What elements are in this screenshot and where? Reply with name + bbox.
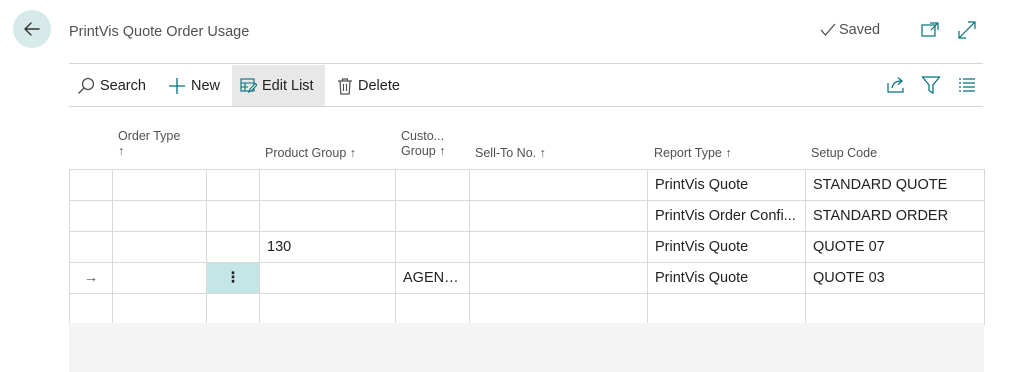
- filter-icon[interactable]: [921, 75, 941, 95]
- cell-customer-group[interactable]: [395, 231, 470, 263]
- search-icon: [78, 77, 95, 94]
- row-action-menu[interactable]: [206, 231, 260, 263]
- page-title: PrintVis Quote Order Usage: [69, 24, 250, 40]
- customer-group-label-line2: Group ↑: [401, 144, 446, 158]
- share-icon[interactable]: [886, 75, 906, 95]
- column-header-product-group[interactable]: Product Group ↑: [265, 146, 356, 161]
- cell-order-type[interactable]: [112, 231, 207, 263]
- edit-list-icon: [240, 78, 257, 94]
- cell-product-group[interactable]: [259, 169, 396, 201]
- cell-sell-to-no[interactable]: [469, 200, 648, 232]
- cell-customer-group[interactable]: AGENCY: [395, 262, 470, 294]
- sort-indicator: ↑: [118, 144, 125, 158]
- arrow-left-icon: [24, 22, 40, 36]
- cell-sell-to-no[interactable]: [469, 231, 648, 263]
- cell-report-type[interactable]: PrintVis Quote: [647, 262, 806, 294]
- cell-product-group[interactable]: [259, 293, 396, 325]
- row-indicator[interactable]: [69, 169, 113, 201]
- saved-status: Saved: [820, 22, 880, 38]
- cell-report-type[interactable]: PrintVis Quote: [647, 169, 806, 201]
- grid-empty-area: [69, 323, 984, 372]
- column-header-sell-to-no[interactable]: Sell-To No. ↑: [475, 146, 546, 161]
- cell-order-type[interactable]: [112, 200, 207, 232]
- checkmark-icon: [820, 23, 836, 36]
- row-indicator[interactable]: →: [69, 262, 113, 294]
- expand-icon[interactable]: [957, 20, 977, 40]
- cell-product-group[interactable]: [259, 262, 396, 294]
- row-indicator[interactable]: [69, 293, 113, 325]
- search-button[interactable]: Search: [69, 65, 154, 106]
- row-indicator[interactable]: [69, 200, 113, 232]
- column-header-order-type[interactable]: Order Type ↑: [118, 129, 180, 159]
- header-divider: [69, 63, 983, 64]
- cell-customer-group[interactable]: [395, 293, 470, 325]
- edit-list-label: Edit List: [262, 77, 314, 94]
- action-bar: Search New Edit List Delete: [69, 65, 983, 106]
- new-label: New: [191, 77, 221, 94]
- delete-label: Delete: [358, 77, 400, 94]
- table-row[interactable]: 130 PrintVis Quote QUOTE 07: [69, 231, 985, 263]
- trash-icon: [338, 77, 352, 95]
- cell-report-type[interactable]: [647, 293, 806, 325]
- data-table: PrintVis Quote STANDARD QUOTE PrintVis Ord…: [69, 169, 985, 325]
- saved-label: Saved: [839, 22, 881, 38]
- toolbar-divider: [69, 106, 983, 107]
- cell-order-type[interactable]: [112, 169, 207, 201]
- column-header-setup-code[interactable]: Setup Code: [811, 146, 877, 161]
- back-button[interactable]: [13, 10, 51, 48]
- cell-sell-to-no[interactable]: [469, 169, 648, 201]
- cell-customer-group[interactable]: [395, 169, 470, 201]
- order-type-label: Order Type: [118, 129, 181, 143]
- cell-order-type[interactable]: [112, 293, 207, 325]
- cell-setup-code[interactable]: STANDARD QUOTE: [805, 169, 985, 201]
- table-row[interactable]: → ⋮ AGENCY PrintVis Quote QUOTE 03: [69, 262, 985, 294]
- row-action-menu[interactable]: [206, 293, 260, 325]
- table-row[interactable]: [69, 293, 985, 325]
- row-action-menu[interactable]: ⋮: [206, 262, 260, 294]
- cell-setup-code[interactable]: STANDARD ORDER: [805, 200, 985, 232]
- row-indicator[interactable]: [69, 231, 113, 263]
- cell-setup-code[interactable]: QUOTE 03: [805, 262, 985, 294]
- cell-customer-group[interactable]: [395, 200, 470, 232]
- customer-group-label: Custo...: [401, 129, 445, 143]
- cell-report-type[interactable]: PrintVis Quote: [647, 231, 806, 263]
- column-header-report-type[interactable]: Report Type ↑: [654, 146, 732, 161]
- cell-product-group[interactable]: [259, 200, 396, 232]
- cell-setup-code[interactable]: [805, 293, 985, 325]
- open-new-window-icon[interactable]: [920, 20, 940, 40]
- cell-sell-to-no[interactable]: [469, 293, 648, 325]
- data-grid: PrintVis Quote STANDARD QUOTE PrintVis Ord…: [69, 169, 985, 325]
- table-row[interactable]: PrintVis Quote STANDARD QUOTE: [69, 169, 985, 201]
- table-row[interactable]: PrintVis Order Confi... STANDARD ORDER: [69, 200, 985, 232]
- cell-sell-to-no[interactable]: [469, 262, 648, 294]
- delete-button[interactable]: Delete: [329, 65, 408, 106]
- search-label: Search: [100, 77, 146, 94]
- column-header-customer-group[interactable]: Custo... Group ↑: [401, 129, 445, 159]
- cell-product-group[interactable]: 130: [259, 231, 396, 263]
- list-view-icon[interactable]: [957, 75, 977, 95]
- plus-icon: [169, 77, 185, 94]
- row-action-menu[interactable]: [206, 200, 260, 232]
- edit-list-button[interactable]: Edit List: [232, 65, 325, 106]
- new-button[interactable]: New: [160, 65, 228, 106]
- cell-order-type[interactable]: [112, 262, 207, 294]
- cell-report-type[interactable]: PrintVis Order Confi...: [647, 200, 806, 232]
- row-action-menu[interactable]: [206, 169, 260, 201]
- cell-setup-code[interactable]: QUOTE 07: [805, 231, 985, 263]
